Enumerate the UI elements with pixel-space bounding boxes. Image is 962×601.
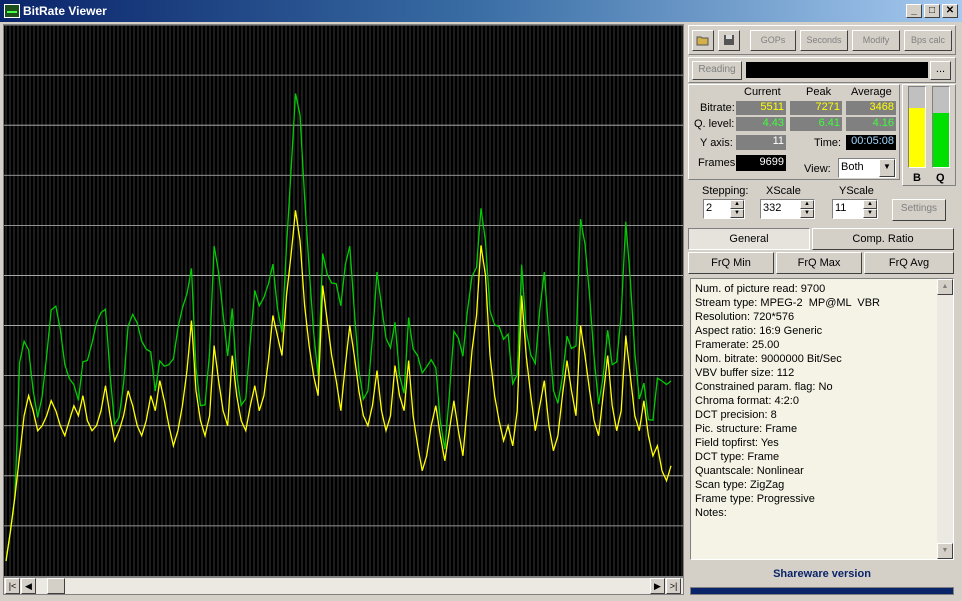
info-line: Framerate: 25.00: [695, 339, 780, 351]
title-bar: BitRate Viewer _ □ ✕: [0, 0, 962, 22]
stepping-label: Stepping:: [702, 185, 749, 197]
average-column-header: Average: [851, 86, 892, 98]
time-value: 00:05:08: [846, 135, 896, 150]
yscale-up-arrow[interactable]: ▲: [863, 200, 877, 209]
info-line: Aspect ratio: 16:9 Generic: [695, 325, 823, 337]
progress-bar: [690, 587, 954, 595]
bitrate-average-value: 3468: [846, 101, 896, 115]
xscale-down-arrow[interactable]: ▼: [800, 209, 814, 218]
info-line: Chroma format: 4:2:0: [695, 395, 799, 407]
browse-button[interactable]: ...: [930, 61, 951, 80]
info-line: Nom. bitrate: 9000000 Bit/Sec: [695, 353, 842, 365]
quant-meter-fill: [933, 113, 949, 167]
stepping-up-arrow[interactable]: ▲: [730, 200, 744, 209]
chevron-down-icon[interactable]: ▼: [879, 159, 895, 177]
qlevel-label: Q. level:: [694, 118, 735, 130]
horizontal-scrollbar[interactable]: |< ◀ ▶ >|: [3, 577, 684, 595]
seconds-button[interactable]: Seconds: [800, 30, 848, 51]
xscale-value: 332: [763, 202, 782, 214]
stepping-down-arrow[interactable]: ▼: [730, 209, 744, 218]
yaxis-value: 11: [736, 135, 786, 150]
info-line: Scan type: ZigZag: [695, 479, 785, 491]
tab-frq-max[interactable]: FrQ Max: [776, 252, 862, 274]
info-line: Field topfirst: Yes: [695, 437, 779, 449]
stepping-value: 2: [706, 202, 713, 214]
bps-calc-button[interactable]: Bps calc: [904, 30, 952, 51]
info-vertical-scrollbar[interactable]: ▲ ▼: [937, 279, 953, 559]
info-line: VBV buffer size: 112: [695, 367, 795, 379]
bitrate-label: Bitrate:: [700, 102, 735, 114]
scroll-thumb[interactable]: [47, 578, 65, 594]
frames-value: 9699: [736, 155, 786, 171]
yscale-label: YScale: [839, 185, 874, 197]
gops-button[interactable]: GOPs: [750, 30, 796, 51]
tab-general[interactable]: General: [688, 228, 810, 250]
minimize-button[interactable]: _: [906, 4, 922, 18]
close-button[interactable]: ✕: [942, 4, 958, 18]
file-path-field[interactable]: [746, 62, 928, 78]
info-line: Stream type: MPEG-2 MP@ML VBR: [695, 297, 880, 309]
scroll-up-arrow[interactable]: ▲: [937, 279, 953, 295]
bitrate-graph[interactable]: [3, 24, 684, 577]
view-select[interactable]: Both ▼: [838, 158, 896, 178]
yscale-down-arrow[interactable]: ▼: [863, 209, 877, 218]
stepping-input[interactable]: 2 ▲ ▼: [703, 199, 745, 219]
settings-button[interactable]: Settings: [892, 199, 946, 221]
floppy-disk-icon: [724, 35, 734, 45]
bitrate-peak-value: 7271: [790, 101, 842, 115]
tab-frq-avg[interactable]: FrQ Avg: [864, 252, 954, 274]
reading-button[interactable]: Reading: [692, 61, 742, 80]
info-line: Pic. structure: Frame: [695, 423, 798, 435]
folder-open-icon: [696, 36, 709, 46]
stream-info-box[interactable]: Num. of picture read: 9700 Stream type: …: [690, 278, 954, 560]
bitrate-graph-svg: [4, 25, 683, 576]
qlevel-peak-value: 6.41: [790, 117, 842, 131]
tab-comp-ratio[interactable]: Comp. Ratio: [812, 228, 954, 250]
qlevel-current-value: 4.43: [736, 117, 786, 131]
info-line: Frame type: Progressive: [695, 493, 815, 505]
bitrate-meter-fill: [909, 107, 925, 167]
scroll-down-arrow[interactable]: ▼: [937, 543, 953, 559]
xscale-up-arrow[interactable]: ▲: [800, 200, 814, 209]
info-line: Notes:: [695, 507, 727, 519]
info-line: Constrained param. flag: No: [695, 381, 833, 393]
qlevel-average-value: 4.16: [846, 117, 896, 131]
xscale-input[interactable]: 332 ▲ ▼: [760, 199, 815, 219]
info-line: DCT precision: 8: [695, 409, 777, 421]
info-line: Num. of picture read: 9700: [695, 283, 826, 295]
maximize-button[interactable]: □: [924, 4, 940, 18]
info-line: Resolution: 720*576: [695, 311, 795, 323]
tab-frq-min[interactable]: FrQ Min: [688, 252, 774, 274]
xscale-label: XScale: [766, 185, 801, 197]
view-select-value: Both: [841, 161, 864, 173]
scroll-left-button[interactable]: ◀: [21, 578, 36, 594]
peak-column-header: Peak: [806, 86, 832, 98]
scroll-first-button[interactable]: |<: [5, 578, 20, 594]
bitrate-meter-label: B: [913, 172, 921, 184]
quant-meter-label: Q: [936, 172, 945, 184]
info-line: Quantscale: Nonlinear: [695, 465, 804, 477]
open-file-button[interactable]: [692, 30, 714, 51]
scroll-right-button[interactable]: ▶: [650, 578, 665, 594]
quant-meter: [932, 86, 950, 168]
time-label: Time:: [814, 137, 842, 149]
current-column-header: Current: [744, 86, 781, 98]
scroll-last-button[interactable]: >|: [666, 578, 681, 594]
app-icon: [4, 4, 20, 18]
modify-button[interactable]: Modify: [852, 30, 900, 51]
yscale-value: 11: [835, 202, 847, 214]
save-button[interactable]: [718, 30, 740, 51]
view-label: View:: [804, 163, 831, 175]
yscale-input[interactable]: 11 ▲ ▼: [832, 199, 878, 219]
frames-label: Frames:: [698, 157, 739, 169]
info-line: DCT type: Frame: [695, 451, 780, 463]
bitrate-current-value: 5511: [736, 101, 786, 115]
shareware-banner: Shareware version: [773, 568, 871, 580]
window-title: BitRate Viewer: [23, 4, 107, 18]
bitrate-meter: [908, 86, 926, 168]
yaxis-label: Y axis:: [700, 137, 733, 149]
